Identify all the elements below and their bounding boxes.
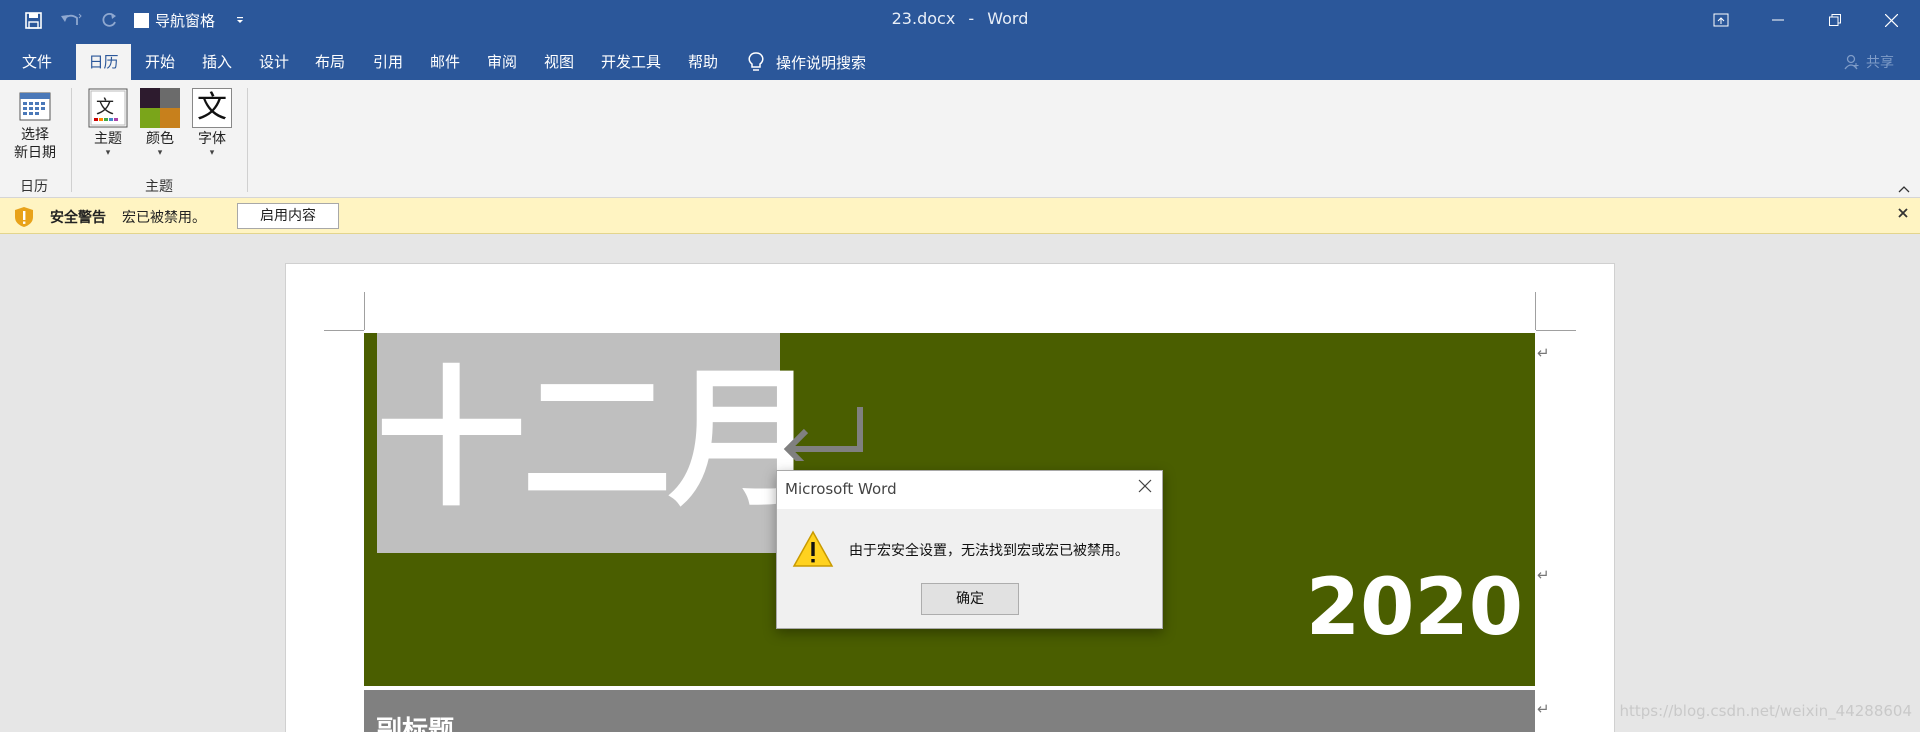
select-date-label-line2: 新日期 xyxy=(14,145,56,161)
dialog-title-bar[interactable]: Microsoft Word xyxy=(777,471,1162,509)
close-icon xyxy=(1138,479,1152,493)
color-palette-icon xyxy=(140,88,180,128)
ok-button[interactable]: 确定 xyxy=(921,583,1019,615)
restore-button[interactable] xyxy=(1806,0,1863,40)
ribbon: 选择 新日期 日历 文 主题 ▾ 颜色 ▾ 文 字体 ▾ 主题 xyxy=(0,80,1920,198)
fonts-icon: 文 xyxy=(192,88,232,128)
theme-icon: 文 xyxy=(88,88,128,128)
tab-review[interactable]: 审阅 xyxy=(478,44,526,80)
tell-me-label: 操作说明搜索 xyxy=(776,53,867,72)
document-name: 23.docx xyxy=(891,9,956,28)
restore-icon xyxy=(1828,14,1841,26)
minimize-icon xyxy=(1771,19,1784,21)
calendar-group-label: 日历 xyxy=(20,179,48,195)
tab-mailings[interactable]: 邮件 xyxy=(421,44,469,80)
crop-mark xyxy=(364,292,365,330)
title-bar: 导航窗格 23.docx - Word xyxy=(0,0,1920,40)
customize-dropdown-icon xyxy=(237,17,244,23)
paragraph-mark: ↵ xyxy=(1537,700,1550,718)
person-icon xyxy=(1844,54,1859,70)
ribbon-tabs: 文件 日历 开始 插入 设计 布局 引用 邮件 审阅 视图 开发工具 帮助 操作… xyxy=(0,40,1920,80)
select-new-date-button[interactable]: 选择 新日期 xyxy=(10,90,60,162)
select-date-label-line1: 选择 xyxy=(21,127,49,143)
title-separator: - xyxy=(968,9,975,28)
nav-pane-checkbox[interactable]: 导航窗格 xyxy=(134,10,215,31)
crop-mark xyxy=(324,330,364,331)
redo-button[interactable] xyxy=(96,8,122,32)
close-icon xyxy=(1885,13,1898,27)
enable-content-button[interactable]: 启用内容 xyxy=(237,203,339,229)
tab-calendar[interactable]: 日历 xyxy=(76,44,131,80)
close-icon xyxy=(1898,208,1908,218)
undo-icon xyxy=(61,13,82,25)
chevron-up-icon xyxy=(1898,186,1910,193)
quick-access-toolbar: 导航窗格 xyxy=(20,8,253,32)
fonts-button[interactable]: 文 字体 ▾ xyxy=(190,88,234,158)
checkbox-box xyxy=(134,12,149,28)
colors-label: 颜色 xyxy=(146,131,174,147)
year-title: 2020 xyxy=(1305,563,1523,653)
dialog-message: 由于宏安全设置，无法找到宏或宏已被禁用。 xyxy=(849,543,1129,559)
lightbulb-icon xyxy=(748,52,764,71)
subtitle-text: 副标题 xyxy=(376,716,455,732)
svg-text:文: 文 xyxy=(96,97,114,118)
month-title: 十二月 xyxy=(376,353,818,527)
theme-button[interactable]: 文 主题 ▾ xyxy=(86,88,130,158)
tab-developer[interactable]: 开发工具 xyxy=(594,44,668,80)
tab-file[interactable]: 文件 xyxy=(8,44,66,80)
security-warning-bar: 安全警告 宏已被禁用。 启用内容 xyxy=(0,198,1920,234)
tab-references[interactable]: 引用 xyxy=(364,44,412,80)
dialog-title: Microsoft Word xyxy=(785,480,897,498)
app-name: Word xyxy=(987,9,1029,28)
dialog-close-button[interactable] xyxy=(1138,479,1152,497)
paragraph-mark-icon xyxy=(780,405,864,470)
group-separator xyxy=(247,88,248,192)
window-title: 23.docx - Word xyxy=(0,9,1920,28)
warning-icon xyxy=(792,530,834,572)
chevron-down-icon: ▾ xyxy=(209,148,215,158)
paragraph-mark: ↵ xyxy=(1537,566,1550,584)
tab-design[interactable]: 设计 xyxy=(250,44,298,80)
group-separator xyxy=(71,88,72,192)
minimize-button[interactable] xyxy=(1749,0,1806,40)
close-window-button[interactable] xyxy=(1863,0,1920,40)
calendar-icon xyxy=(19,92,51,121)
shield-icon xyxy=(14,206,34,232)
colors-button[interactable]: 颜色 ▾ xyxy=(138,88,182,158)
watermark-url: https://blog.csdn.net/weixin_44288604 xyxy=(1619,702,1912,720)
chevron-down-icon: ▾ xyxy=(157,148,163,158)
paragraph-mark: ↵ xyxy=(1537,344,1550,362)
fonts-glyph: 文 xyxy=(197,90,227,125)
tab-view[interactable]: 视图 xyxy=(535,44,583,80)
macro-warning-dialog: Microsoft Word 由于宏安全设置，无法找到宏或宏已被禁用。 确定 xyxy=(776,470,1163,629)
customize-qat-button[interactable] xyxy=(227,8,253,32)
theme-label: 主题 xyxy=(94,131,122,147)
crop-mark xyxy=(1535,292,1536,330)
chevron-down-icon: ▾ xyxy=(105,148,111,158)
tab-help[interactable]: 帮助 xyxy=(678,44,728,80)
tell-me-search[interactable]: 操作说明搜索 xyxy=(748,44,866,80)
nav-pane-label: 导航窗格 xyxy=(155,11,216,30)
theme-group-label: 主题 xyxy=(145,179,173,195)
fonts-label: 字体 xyxy=(198,131,226,147)
ribbon-display-options-button[interactable] xyxy=(1692,0,1749,40)
subtitle-block[interactable]: 副标题 xyxy=(364,690,1535,732)
crop-mark xyxy=(1536,330,1576,331)
tab-layout[interactable]: 布局 xyxy=(306,44,354,80)
undo-button[interactable] xyxy=(58,8,84,32)
share-label: 共享 xyxy=(1866,55,1894,71)
ribbon-display-icon xyxy=(1713,13,1728,27)
security-warning-title: 安全警告 xyxy=(50,210,106,226)
collapse-ribbon-button[interactable] xyxy=(1898,182,1910,196)
tab-insert[interactable]: 插入 xyxy=(193,44,241,80)
save-icon xyxy=(24,11,42,29)
window-controls xyxy=(1692,0,1920,40)
share-button[interactable]: 共享 xyxy=(1844,44,1894,80)
close-security-bar-button[interactable] xyxy=(1898,206,1908,222)
security-warning-message: 宏已被禁用。 xyxy=(122,210,206,226)
save-button[interactable] xyxy=(20,8,46,32)
redo-icon xyxy=(102,12,116,27)
tab-home[interactable]: 开始 xyxy=(136,44,184,80)
